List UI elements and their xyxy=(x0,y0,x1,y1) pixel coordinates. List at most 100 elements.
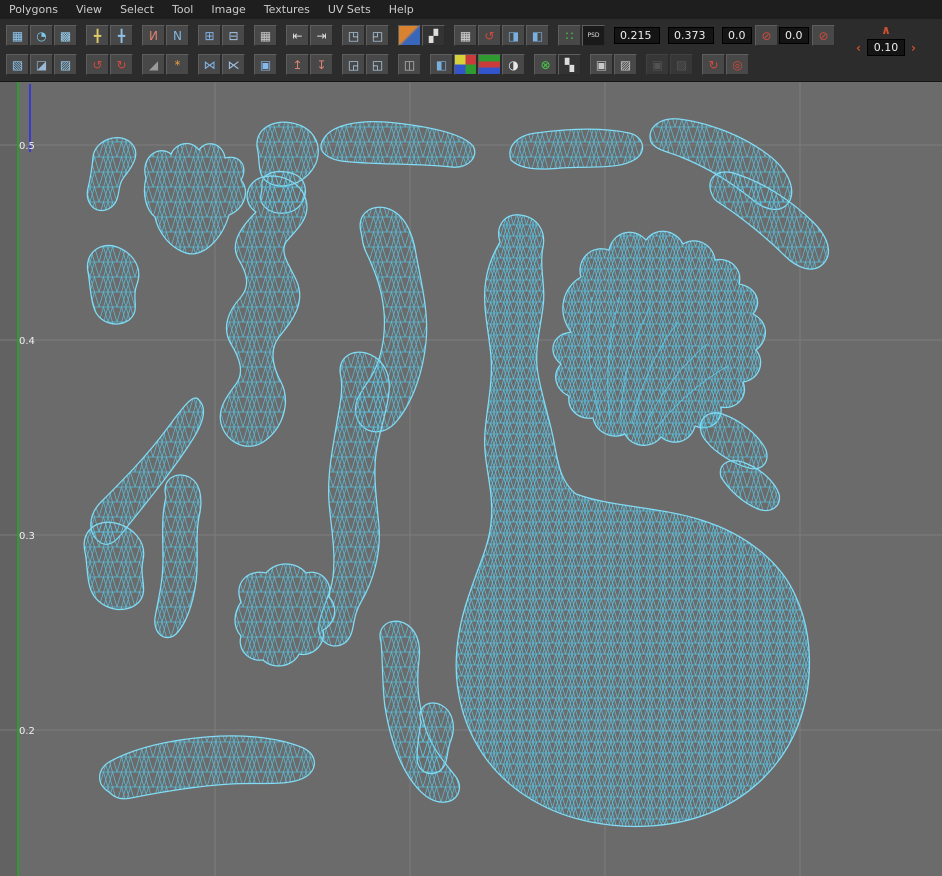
v-coordinate-field[interactable]: 0.373 xyxy=(668,27,714,44)
stack-shells-icon[interactable]: ◫ xyxy=(398,54,421,75)
rgb-channels-icon[interactable] xyxy=(478,54,501,75)
refresh-target-icon[interactable]: ◎ xyxy=(726,54,749,75)
align-u-max-icon[interactable]: ⇥ xyxy=(310,25,333,46)
menu-tool[interactable]: Tool xyxy=(163,1,202,18)
uv-shell[interactable] xyxy=(87,245,138,324)
menu-view[interactable]: View xyxy=(67,1,111,18)
snap-border-icon[interactable]: ◳ xyxy=(342,25,365,46)
layout-uvs-icon[interactable]: ▣ xyxy=(254,54,277,75)
display-image-icon[interactable] xyxy=(398,25,421,46)
uv-select-shell-icon-glyph: ◪ xyxy=(36,59,47,71)
uv-shell[interactable] xyxy=(220,176,307,446)
uv-shell[interactable] xyxy=(720,461,779,511)
menu-polygons[interactable]: Polygons xyxy=(0,1,67,18)
split-uvs-icon[interactable]: * xyxy=(166,54,189,75)
uv-shell[interactable] xyxy=(321,122,475,168)
uv-lattice-alt-icon[interactable]: ▧ xyxy=(6,54,29,75)
align-u-min-icon[interactable]: ⇤ xyxy=(286,25,309,46)
uv-lattice-tool-icon[interactable]: ▦ xyxy=(6,25,29,46)
flip-u-icon[interactable]: И xyxy=(142,25,165,46)
shade-uvs-icon[interactable]: ↺ xyxy=(478,25,501,46)
toolbar-group: ∷ PSD xyxy=(558,25,606,46)
rotate-cw-icon[interactable]: ↻ xyxy=(110,54,133,75)
display-distortion-icon[interactable]: ◧ xyxy=(526,25,549,46)
move-uv-shell-tool-icon[interactable]: ▩ xyxy=(54,25,77,46)
flip-v-icon[interactable]: N xyxy=(166,25,189,46)
toolbar-group: ↥↧ xyxy=(286,54,334,75)
cycle-uvs-icon[interactable]: ↻ xyxy=(702,54,725,75)
uv-step-widget: ∧ ‹ 0.10 › xyxy=(840,24,932,56)
uv-shell[interactable] xyxy=(510,129,643,169)
alpha-channel-icon[interactable]: ◑ xyxy=(502,54,525,75)
tile-grid-icon[interactable]: ▦ xyxy=(254,25,277,46)
rotate-uvs-ccw-button[interactable]: ⊘ xyxy=(755,25,778,46)
menu-help[interactable]: Help xyxy=(380,1,423,18)
align-v-min-icon[interactable]: ↧ xyxy=(310,54,333,75)
paste-disabled-icon-glyph: ▨ xyxy=(676,59,687,71)
relax-uvs-icon[interactable]: ◱ xyxy=(366,54,389,75)
pixel-snap-icon[interactable]: ∷ xyxy=(558,25,581,46)
uv-shell[interactable] xyxy=(155,475,201,638)
menu-select[interactable]: Select xyxy=(111,1,163,18)
snap-pixels-icon[interactable]: ⊗ xyxy=(534,54,557,75)
move-v-icon[interactable]: ╋ xyxy=(110,25,133,46)
uv-texture-editor-window: PolygonsViewSelectToolImageTexturesUV Se… xyxy=(0,0,942,876)
step-up-button[interactable]: ∧ xyxy=(879,24,893,36)
rotation-angle-field-2[interactable]: 0.0 xyxy=(779,27,809,44)
rotate-uvs-cw-button[interactable]: ⊘ xyxy=(812,25,835,46)
uv-shell[interactable] xyxy=(417,703,453,774)
align-u-min-icon-glyph: ⇤ xyxy=(292,30,302,42)
uv-shell[interactable] xyxy=(235,564,335,666)
sew-uv-edges-icon[interactable]: ⋈ xyxy=(198,54,221,75)
uv-shell[interactable] xyxy=(100,736,315,799)
uv-canvas-svg[interactable]: 0.50.40.30.2 xyxy=(0,82,942,876)
psd-export-icon-glyph: PSD xyxy=(587,33,599,39)
toolbar-group: ◧◑ xyxy=(430,54,526,75)
move-v-icon-glyph: ╋ xyxy=(118,30,125,42)
view-grid-icon[interactable]: ▦ xyxy=(454,25,477,46)
dim-checker-icon[interactable]: ▚ xyxy=(558,54,581,75)
move-u-icon[interactable]: ╋ xyxy=(86,25,109,46)
uv-shell[interactable] xyxy=(84,522,144,609)
toggle-filtered-icon[interactable]: ◧ xyxy=(430,54,453,75)
uv-shell[interactable] xyxy=(87,138,136,211)
uv-lattice-alt-icon-glyph: ▧ xyxy=(12,59,23,71)
copy-disabled-icon[interactable]: ▣ xyxy=(646,54,669,75)
dim-image-icon-glyph: ▞ xyxy=(429,30,438,42)
cut-uv-edges-icon[interactable]: ◢ xyxy=(142,54,165,75)
toolbar-group: ▞ xyxy=(398,25,446,46)
paste-uvs-icon[interactable]: ⊟ xyxy=(222,25,245,46)
menu-image[interactable]: Image xyxy=(202,1,254,18)
step-right-button[interactable]: › xyxy=(909,42,918,54)
ruler-label: 0.2 xyxy=(19,726,35,737)
unfold-uvs-icon[interactable]: ◲ xyxy=(342,54,365,75)
move-and-sew-icon[interactable]: ⋉ xyxy=(222,54,245,75)
uv-grid-alt-icon[interactable]: ▨ xyxy=(54,54,77,75)
move-uv-shell-tool-icon-glyph: ▩ xyxy=(60,30,71,42)
uv-editor-canvas[interactable]: 0.50.40.30.2 xyxy=(0,82,942,876)
copy-uvs-icon[interactable]: ⊞ xyxy=(198,25,221,46)
paste-icon[interactable]: ▨ xyxy=(614,54,637,75)
menu-textures[interactable]: Textures xyxy=(255,1,319,18)
uv-shell[interactable] xyxy=(553,231,765,445)
paste-disabled-icon[interactable]: ▨ xyxy=(670,54,693,75)
toolbar: ▦◔▩╋╋ИN⊞⊟▦⇤⇥◳◰▞▦↺◨◧∷PSD 0.215 0.373 0.0 … xyxy=(0,19,942,82)
copy-icon[interactable]: ▣ xyxy=(590,54,613,75)
menu-uv-sets[interactable]: UV Sets xyxy=(319,1,380,18)
step-value-field[interactable]: 0.10 xyxy=(867,39,905,56)
uv-select-shell-icon[interactable]: ◪ xyxy=(30,54,53,75)
step-left-button[interactable]: ‹ xyxy=(854,42,863,54)
uv-smudge-tool-icon[interactable]: ◔ xyxy=(30,25,53,46)
cycle-uvs-icon-glyph: ↻ xyxy=(708,59,718,71)
align-v-max-icon[interactable]: ↥ xyxy=(286,54,309,75)
rotate-ccw-icon[interactable]: ↺ xyxy=(86,54,109,75)
checker-map-icon[interactable] xyxy=(454,54,477,75)
dim-image-icon[interactable]: ▞ xyxy=(422,25,445,46)
u-coordinate-field[interactable]: 0.215 xyxy=(614,27,660,44)
psd-export-icon[interactable]: PSD xyxy=(582,25,605,46)
move-and-sew-icon-glyph: ⋉ xyxy=(228,59,240,71)
rotation-angle-field[interactable]: 0.0 xyxy=(722,27,752,44)
uv-shell[interactable] xyxy=(144,143,245,253)
texture-borders-icon[interactable]: ◨ xyxy=(502,25,525,46)
snap-corner-icon[interactable]: ◰ xyxy=(366,25,389,46)
